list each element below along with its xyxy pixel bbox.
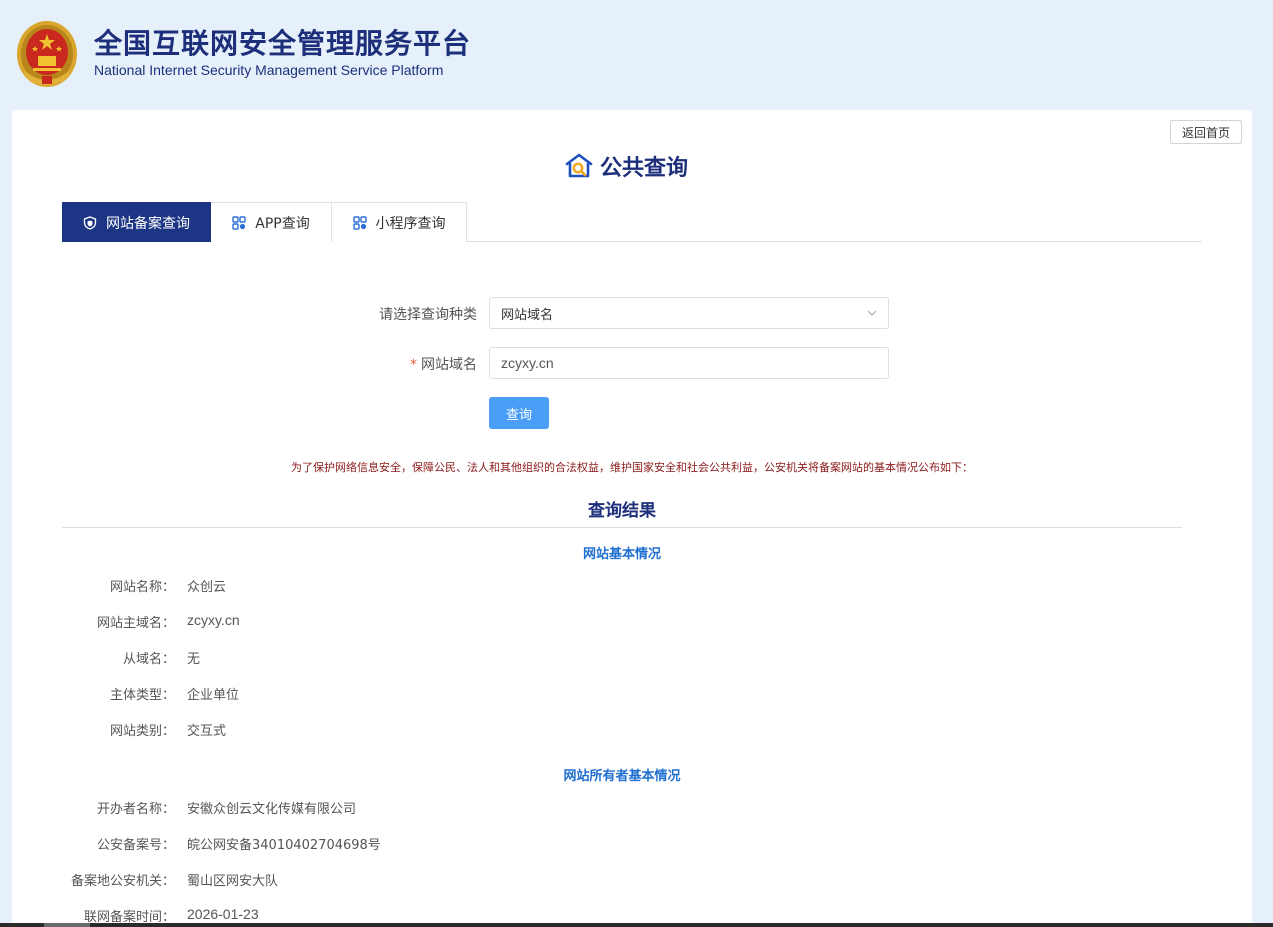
result-title: 查询结果 (588, 501, 656, 521)
field-value: zcyxy.cn (187, 612, 240, 628)
domain-label-text: 网站域名 (421, 357, 477, 373)
field-value: 无 (187, 652, 201, 667)
query-button[interactable]: 查询 (489, 397, 549, 429)
field-label: 网站名称： (109, 580, 175, 595)
tab-label: APP查询 (255, 215, 310, 232)
disclosure-notice: 为了保护网络信息安全，保障公民、法人和其他组织的合法权益，维护国家安全和社会公共… (291, 461, 973, 474)
tab-label: 小程序查询 (375, 215, 446, 232)
tab-website-filing[interactable]: 网站备案查询 (62, 202, 211, 242)
site-title: 全国互联网安全管理服务平台 (94, 27, 472, 60)
query-card: 返回首页 公共查询 网站备案查询 APP查询 小程序查询 请选择查询种类 网站域… (12, 110, 1252, 927)
taskbar (0, 923, 1273, 927)
tab-label: 网站备案查询 (106, 215, 190, 232)
field-label: 网站主域名： (96, 616, 175, 631)
query-type-label: 请选择查询种类 (379, 307, 477, 323)
result-divider (62, 527, 1182, 528)
site-subtitle: National Internet Security Management Se… (94, 62, 444, 78)
required-mark: * (410, 357, 417, 373)
query-type-select[interactable]: 网站域名 (489, 297, 889, 329)
field-value: 企业单位 (187, 688, 240, 703)
field-label: 网站类别： (109, 724, 175, 739)
field-label: 从域名： (122, 652, 175, 667)
site-header: 全国互联网安全管理服务平台 National Internet Security… (0, 0, 1273, 110)
home-search-icon (565, 153, 593, 178)
tab-miniprogram-query[interactable]: 小程序查询 (332, 202, 467, 242)
field-label: 公安备案号： (96, 838, 175, 853)
chevron-down-icon (867, 310, 877, 316)
page-heading-text: 公共查询 (600, 156, 689, 181)
query-type-value: 网站域名 (501, 307, 554, 323)
site-info-section-title: 网站基本情况 (582, 547, 661, 562)
national-emblem-icon (17, 21, 77, 87)
field-value: 2026-01-23 (187, 906, 259, 922)
apps-grid-icon (352, 215, 367, 230)
field-label: 备案地公安机关： (70, 874, 175, 889)
tab-app-query[interactable]: APP查询 (211, 202, 332, 242)
taskbar-item[interactable] (44, 923, 90, 927)
back-home-button[interactable]: 返回首页 (1170, 120, 1242, 144)
owner-info-section-title: 网站所有者基本情况 (563, 769, 681, 784)
field-label: 开办者名称： (96, 802, 175, 817)
field-value: 众创云 (187, 580, 227, 595)
page-title: 公共查询 (564, 150, 688, 182)
shield-icon (83, 215, 97, 230)
field-value: 安徽众创云文化传媒有限公司 (187, 802, 357, 817)
query-tabs: 网站备案查询 APP查询 小程序查询 (62, 202, 1202, 242)
domain-input[interactable] (489, 347, 889, 379)
field-value: 蜀山区网安大队 (187, 874, 279, 889)
apps-grid-icon (232, 215, 246, 230)
field-value: 交互式 (187, 724, 227, 739)
domain-label: * 网站域名 (277, 354, 477, 374)
field-label: 主体类型： (109, 688, 175, 703)
field-value: 皖公网安备34010402704698号 (187, 838, 381, 853)
